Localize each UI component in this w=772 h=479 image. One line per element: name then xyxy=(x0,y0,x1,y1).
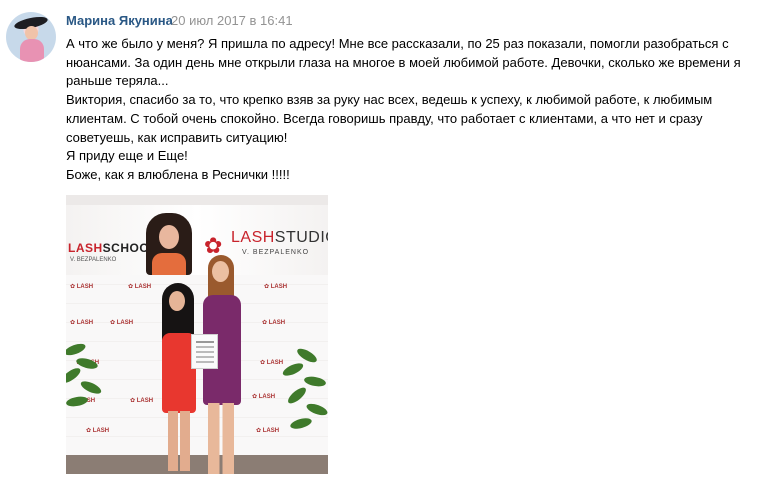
wall-logo: ✿ LASH xyxy=(264,284,288,290)
banner-portrait-body xyxy=(152,253,186,275)
wall-logo: ✿ LASH xyxy=(252,394,276,400)
wall-logo: ✿ LASH xyxy=(128,284,152,290)
wall-logo: ✿ LASH xyxy=(86,428,110,434)
wall-post: Марина Якунина 20 июл 2017 в 16:41 А что… xyxy=(0,0,772,479)
certificate xyxy=(191,334,218,369)
author-name-link[interactable]: Марина Якунина xyxy=(66,13,173,28)
banner-school-sub: V. BEZPALENKO xyxy=(70,257,117,263)
plant-leaf xyxy=(303,375,327,388)
banner-portrait-face xyxy=(159,225,179,249)
avatar-face xyxy=(25,26,38,40)
plant-right xyxy=(278,345,328,435)
flower-icon: ✿ xyxy=(204,233,223,258)
post-text-paragraph: А что же было у меня? Я пришла по адресу… xyxy=(66,36,741,89)
plant-leaf xyxy=(66,395,89,408)
person-legs xyxy=(168,411,190,471)
post-text-paragraph: Я приду еще и Еще! xyxy=(66,148,188,164)
plant-leaf xyxy=(66,341,87,358)
wall-logo: ✿ LASH xyxy=(70,320,94,326)
person-legs xyxy=(208,403,234,474)
plant-leaf xyxy=(79,378,103,397)
wall-logo: ✿ LASH xyxy=(110,320,134,326)
banner-studio-logo: LASHSTUDIO xyxy=(231,229,328,247)
wall-logo: ✿ LASH xyxy=(256,428,280,434)
plant-left xyxy=(66,335,116,425)
plant-leaf xyxy=(285,384,309,407)
plant-leaf xyxy=(289,416,313,431)
wall-logo: ✿ LASH xyxy=(70,284,94,290)
person-face xyxy=(169,291,185,311)
post-date-link[interactable]: 20 июл 2017 в 16:41 xyxy=(171,13,293,28)
post-text-paragraph: Виктория, спасибо за то, что крепко взяв… xyxy=(66,92,713,145)
banner-school-lash: LASH xyxy=(68,241,103,255)
post-text: А что же было у меня? Я пришла по адресу… xyxy=(66,35,766,185)
banner-studio-sub: V. BEZPALENKO xyxy=(242,249,310,256)
banner-studio-lash: LASH xyxy=(231,229,275,246)
person-face xyxy=(212,261,229,282)
author-avatar[interactable] xyxy=(6,12,56,62)
plant-leaf xyxy=(281,360,305,379)
wall-logo: ✿ LASH xyxy=(130,398,154,404)
wall-logo: ✿ LASH xyxy=(262,320,286,326)
post-text-paragraph: Боже, как я влюблена в Реснички !!!!! xyxy=(66,166,290,182)
avatar-body xyxy=(20,39,44,62)
plant-leaf xyxy=(305,401,328,418)
banner-portrait xyxy=(146,213,192,275)
banner-school-logo: LASHSCHOOL xyxy=(68,241,157,255)
banner-studio-rest: STUDIO xyxy=(274,229,328,246)
post-photo[interactable]: LASHSCHOOL V. BEZPALENKO ✿ LASHSTUDIO V.… xyxy=(66,195,328,474)
